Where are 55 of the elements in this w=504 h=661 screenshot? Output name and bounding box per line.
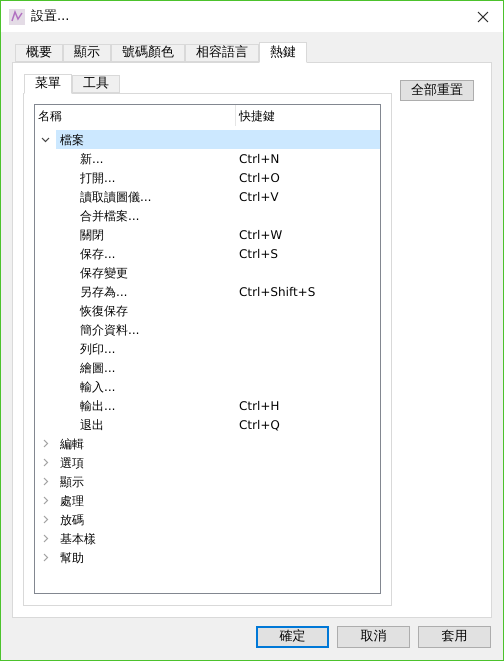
tree-item[interactable]: 簡介資料... <box>76 320 380 339</box>
shortcut-text: Ctrl+N <box>239 150 280 168</box>
dialog-button[interactable]: 套用 <box>418 626 491 648</box>
chevron-right-icon[interactable] <box>41 515 50 524</box>
tree-item[interactable]: 關閉 Ctrl+W <box>76 225 380 244</box>
shortcut-text: Ctrl+S <box>239 246 278 262</box>
tree-item[interactable]: 編輯 <box>56 434 380 453</box>
tab[interactable]: 概要 <box>15 44 63 62</box>
dialog-button[interactable]: 取消 <box>337 626 410 648</box>
tree-item[interactable]: 合并檔案... <box>76 206 380 225</box>
tree-item[interactable]: 另存為... Ctrl+Shift+S <box>76 282 380 301</box>
tree-item[interactable]: 列印... <box>76 339 380 358</box>
app-icon <box>9 8 25 24</box>
tree-item[interactable]: 打開... Ctrl+O <box>76 168 380 187</box>
tree-item[interactable]: 繪圖... <box>76 358 380 377</box>
column-header[interactable]: 快捷鍵 <box>236 105 275 126</box>
shortcut-text: Ctrl+O <box>239 170 280 186</box>
window-title: 設置... <box>31 8 70 26</box>
tree-item[interactable]: 輸入... <box>76 377 380 396</box>
close-icon[interactable] <box>477 10 489 22</box>
tab[interactable]: 菜單 <box>24 74 72 94</box>
tab[interactable]: 號碼顏色 <box>111 44 185 62</box>
tree-item[interactable]: 處理 <box>56 491 380 510</box>
chevron-right-icon[interactable] <box>41 458 50 467</box>
tree-item[interactable]: 基本樣 <box>56 529 380 548</box>
tree-item[interactable]: 恢復保存 <box>76 301 380 320</box>
chevron-down-icon[interactable] <box>41 135 50 144</box>
chevron-right-icon[interactable] <box>41 477 50 486</box>
tree-item[interactable]: 幫助 <box>56 548 380 567</box>
tree-item[interactable]: 保存... Ctrl+S <box>76 244 380 263</box>
chevron-right-icon[interactable] <box>41 439 50 448</box>
tree-item[interactable]: 選項 <box>56 453 380 472</box>
tab[interactable]: 工具 <box>72 75 120 93</box>
tab[interactable]: 相容語言 <box>185 44 259 62</box>
reset-all-button[interactable]: 全部重置 <box>400 80 474 101</box>
tree-item[interactable]: 讀取讀圖儀... Ctrl+V <box>76 187 380 206</box>
chevron-right-icon[interactable] <box>41 553 50 562</box>
shortcut-text: Ctrl+Q <box>239 416 280 434</box>
shortcut-text: Ctrl+Shift+S <box>239 284 316 300</box>
tree-item[interactable]: 新... Ctrl+N <box>76 149 380 168</box>
tree-item[interactable]: 顯示 <box>56 472 380 491</box>
shortcut-text: Ctrl+W <box>239 226 282 244</box>
tree-item[interactable]: 保存變更 <box>76 263 380 282</box>
tab[interactable]: 熱鍵 <box>259 42 307 63</box>
shortcut-text: Ctrl+V <box>239 188 279 206</box>
tree-item[interactable]: 放碼 <box>56 510 380 529</box>
tree-item[interactable]: 檔案 <box>56 130 380 149</box>
tab[interactable]: 顯示 <box>63 44 111 62</box>
tree-item[interactable]: 輸出... Ctrl+H <box>76 396 380 415</box>
column-header[interactable]: 名稱 <box>35 105 236 126</box>
dialog-button[interactable]: 確定 <box>256 626 329 648</box>
tree-item[interactable]: 退出 Ctrl+Q <box>76 415 380 434</box>
chevron-right-icon[interactable] <box>41 534 50 543</box>
shortcut-text: Ctrl+H <box>239 398 280 414</box>
chevron-right-icon[interactable] <box>41 496 50 505</box>
